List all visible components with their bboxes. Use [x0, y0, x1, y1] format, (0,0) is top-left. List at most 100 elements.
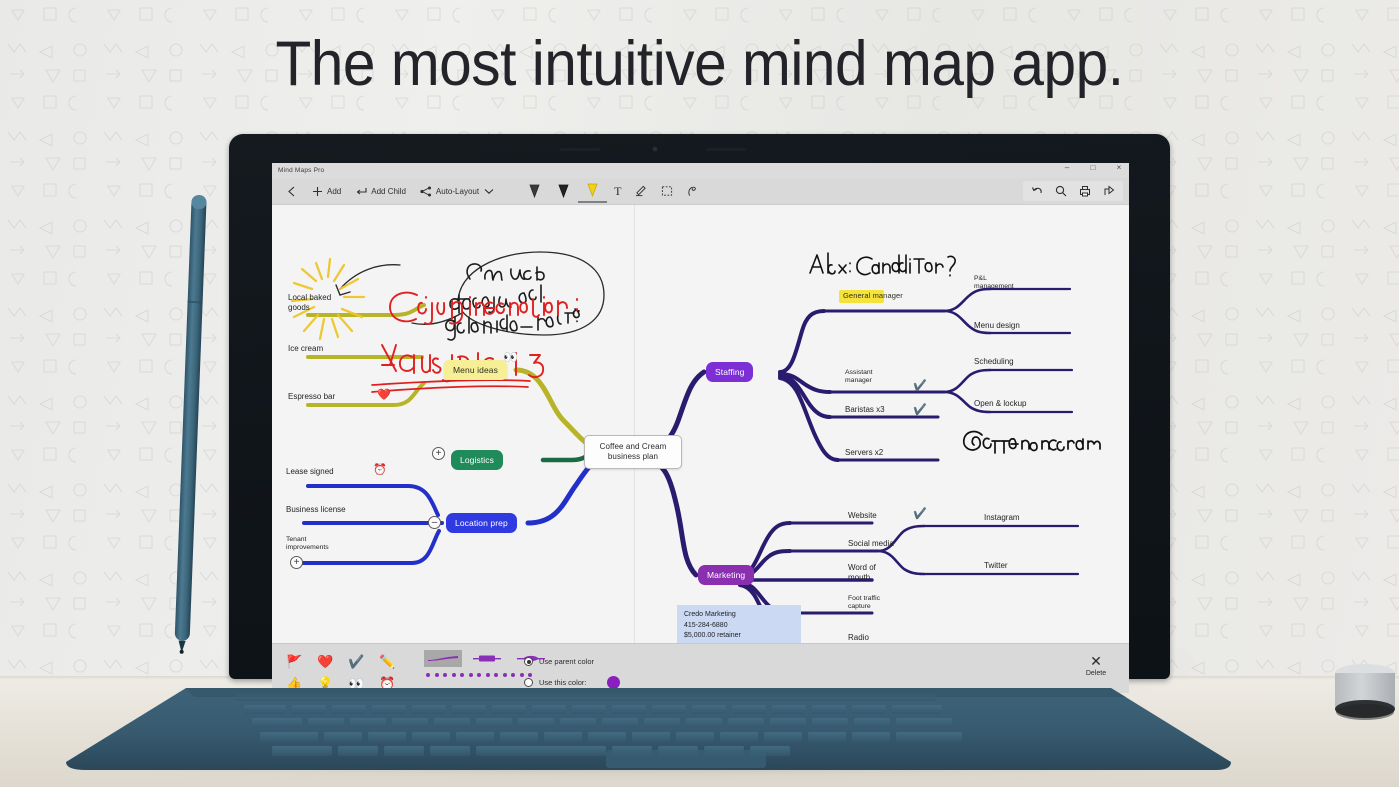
pen-tool-black[interactable] — [520, 181, 549, 202]
delete-button[interactable]: ✕ Delete — [1073, 653, 1119, 677]
share-button[interactable] — [1097, 182, 1121, 200]
close-icon: ✕ — [1073, 653, 1119, 669]
node-marketing[interactable]: Marketing — [698, 565, 754, 585]
speaker-left — [560, 148, 600, 151]
leaf-scheduling[interactable]: Scheduling — [974, 357, 1014, 367]
node-menu-ideas[interactable]: Menu ideas — [444, 360, 507, 380]
leaf-word-of-mouth[interactable]: Word of mouth — [848, 563, 892, 582]
app-window: Mind Maps Pro – □ × Add — [272, 163, 1129, 693]
expand-logistics-button[interactable]: + — [432, 447, 445, 460]
eraser-icon — [635, 185, 647, 197]
leaf-espresso-bar[interactable]: Espresso bar — [288, 392, 335, 402]
collapse-location-prep-button[interactable]: – — [428, 516, 441, 529]
text-tool-glyph: T — [614, 184, 621, 199]
touch-write-icon — [687, 185, 699, 197]
keyboard-cover — [66, 688, 1231, 770]
scene: The most intuitive mind map app. Mind Ma… — [0, 0, 1399, 787]
node-staffing[interactable]: Staffing — [706, 362, 753, 382]
page-headline: The most intuitive mind map app. — [49, 28, 1350, 100]
text-tool-button[interactable]: T — [607, 181, 628, 202]
app-title: Mind Maps Pro — [278, 167, 324, 174]
add-child-button[interactable]: Add Child — [348, 182, 413, 200]
touch-write-button[interactable] — [680, 182, 706, 200]
pen-tool-dark[interactable] — [549, 181, 578, 202]
leaf-servers[interactable]: Servers x2 — [845, 448, 883, 458]
root-line1: Coffee and Cream — [600, 442, 667, 452]
thickness-dot[interactable] — [435, 673, 439, 677]
expand-tenant-improvements-button[interactable]: + — [290, 556, 303, 569]
leaf-baristas[interactable]: Baristas x3 — [845, 405, 885, 415]
use-parent-color-label: Use parent color — [539, 657, 594, 666]
leaf-instagram[interactable]: Instagram — [984, 513, 1020, 523]
branch-style-block[interactable] — [468, 650, 506, 667]
node-general-manager[interactable]: General manager — [839, 290, 884, 303]
check-sticker-assistant-manager[interactable]: ✔️ — [913, 381, 927, 392]
leaf-tenant-improvements[interactable]: Tenant improvements — [286, 536, 344, 552]
thickness-dot[interactable] — [443, 673, 447, 677]
node-location-prep[interactable]: Location prep — [446, 513, 517, 533]
sticky-note-credo-marketing[interactable]: Credo Marketing 415-284-6880 $5,000.00 r… — [677, 605, 801, 643]
leaf-twitter[interactable]: Twitter — [984, 561, 1008, 571]
use-parent-color-radio[interactable] — [524, 657, 533, 666]
alarm-clock-sticker-lease[interactable]: ⏰ — [373, 465, 387, 476]
thickness-dot[interactable] — [469, 673, 473, 677]
leaf-social-media[interactable]: Social media — [848, 539, 894, 549]
back-button[interactable] — [278, 182, 304, 200]
leaf-pl-management[interactable]: P&L management — [974, 275, 1026, 291]
eraser-tool-button[interactable] — [628, 182, 654, 200]
leaf-ice-cream[interactable]: Ice cream — [288, 344, 323, 354]
trackpad[interactable] — [606, 750, 766, 768]
add-child-button-label: Add Child — [371, 187, 406, 196]
branch-style-tapered[interactable] — [424, 650, 462, 667]
print-button[interactable] — [1073, 182, 1097, 200]
pencil-sticker-button[interactable]: ✏️ — [379, 655, 395, 668]
chevron-left-icon — [285, 185, 297, 197]
note-line3: $5,000.00 retainer — [684, 631, 794, 642]
return-arrow-icon — [355, 185, 367, 197]
thickness-dot[interactable] — [477, 673, 481, 677]
leaf-local-baked-goods[interactable]: Local baked goods — [288, 293, 354, 312]
leaf-radio[interactable]: Radio — [848, 633, 869, 643]
thickness-dot[interactable] — [460, 673, 464, 677]
share-nodes-icon — [420, 185, 432, 197]
thickness-dot[interactable] — [520, 673, 524, 677]
root-line2: business plan — [608, 452, 658, 462]
search-button[interactable] — [1049, 182, 1073, 200]
heart-sticker-button[interactable]: ❤️ — [317, 655, 333, 668]
thickness-dot[interactable] — [511, 673, 515, 677]
add-button[interactable]: Add — [304, 182, 348, 200]
mindmap-canvas[interactable]: Local baked goods Ice cream Espresso bar… — [272, 205, 1129, 643]
check-sticker-website[interactable]: ✔️ — [913, 509, 927, 520]
undo-button[interactable] — [1025, 183, 1049, 200]
leaf-lease-signed[interactable]: Lease signed — [286, 467, 334, 477]
heart-sticker-espresso[interactable]: ❤️ — [377, 390, 391, 401]
use-parent-color-row[interactable]: Use parent color — [524, 653, 620, 670]
leaf-assistant-manager[interactable]: Assistant manager — [845, 369, 887, 385]
chevron-down-icon[interactable] — [483, 185, 495, 197]
thickness-dot[interactable] — [452, 673, 456, 677]
thickness-dot[interactable] — [494, 673, 498, 677]
plus-icon — [311, 185, 323, 197]
node-root[interactable]: Coffee and Cream business plan — [584, 435, 682, 469]
thickness-dot[interactable] — [503, 673, 507, 677]
lasso-select-button[interactable] — [654, 182, 680, 200]
use-this-color-radio[interactable] — [524, 678, 533, 687]
leaf-business-license[interactable]: Business license — [286, 505, 346, 515]
auto-layout-button[interactable]: Auto-Layout — [413, 182, 502, 200]
thickness-dot[interactable] — [486, 673, 490, 677]
node-logistics[interactable]: Logistics — [451, 450, 503, 470]
maximize-button[interactable]: □ — [1087, 164, 1099, 172]
delete-button-label: Delete — [1073, 670, 1119, 677]
thickness-dot[interactable] — [426, 673, 430, 677]
minimize-button[interactable]: – — [1061, 164, 1073, 172]
sticker-palette: 🚩 ❤️ ✔️ ✏️ 👍 💡 👀 ⏰ — [279, 650, 403, 693]
leaf-menu-design[interactable]: Menu design — [974, 321, 1020, 331]
leaf-foot-traffic-capture[interactable]: Foot traffic capture — [848, 595, 896, 611]
flag-sticker-button[interactable]: 🚩 — [286, 655, 302, 668]
highlighter-tool-yellow[interactable] — [578, 180, 607, 203]
leaf-open-lockup[interactable]: Open & lockup — [974, 399, 1026, 409]
leaf-website[interactable]: Website — [848, 511, 877, 521]
check-sticker-button[interactable]: ✔️ — [348, 655, 364, 668]
check-sticker-baristas[interactable]: ✔️ — [913, 405, 927, 416]
close-button[interactable]: × — [1113, 164, 1125, 172]
